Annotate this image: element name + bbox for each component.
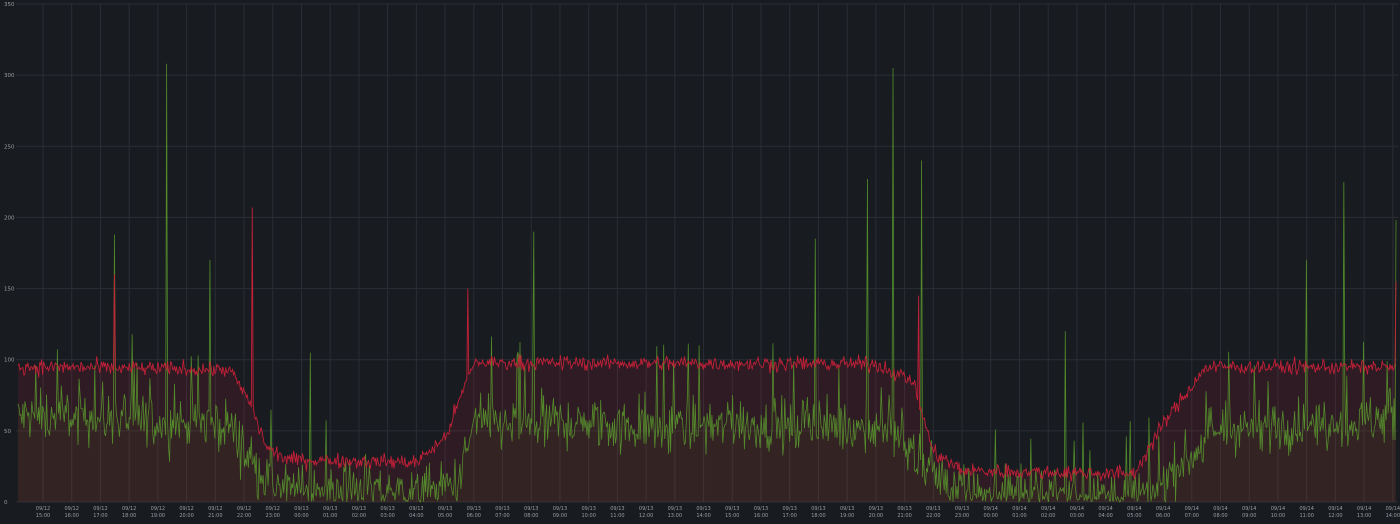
x-tick-label: 09/13 21:00 [897,506,911,519]
x-tick-label: 09/13 04:00 [409,506,423,519]
y-tick-label: 200 [4,215,15,221]
x-tick-label: 09/13 12:00 [639,506,653,519]
x-tick-label: 09/14 08:00 [1213,506,1227,519]
x-tick-label: 09/13 22:00 [926,506,940,519]
x-tick-label: 09/13 08:00 [524,506,538,519]
x-tick-label: 09/14 14:00 [1386,506,1400,519]
y-tick-label: 50 [4,429,11,435]
x-tick-label: 09/14 04:00 [1098,506,1112,519]
x-tick-label: 09/14 12:00 [1328,506,1342,519]
x-tick-label: 09/13 17:00 [783,506,797,519]
x-axis-ticks: 09/12 15:00 09/12 16:00 09/12 17:00 09/12 18:00… [36,506,1400,519]
y-tick-label: 150 [4,287,15,293]
x-tick-label: 09/12 21:00 [208,506,222,519]
x-tick-label: 09/14 11:00 [1299,506,1313,519]
x-tick-label: 09/12 23:00 [266,506,280,519]
x-tick-label: 09/14 10:00 [1271,506,1285,519]
x-tick-label: 09/13 02:00 [352,506,366,519]
x-tick-label: 09/13 05:00 [438,506,452,519]
x-tick-label: 09/12 15:00 [36,506,50,519]
x-tick-label: 09/12 20:00 [179,506,193,519]
y-tick-label: 0 [4,500,8,506]
x-tick-label: 09/14 07:00 [1185,506,1199,519]
x-tick-label: 09/12 18:00 [122,506,136,519]
x-tick-label: 09/13 01:00 [323,506,337,519]
x-tick-label: 09/13 06:00 [467,506,481,519]
x-tick-label: 09/13 19:00 [840,506,854,519]
x-tick-label: 09/13 20:00 [869,506,883,519]
x-tick-label: 09/14 05:00 [1127,506,1141,519]
x-tick-label: 09/14 09:00 [1242,506,1256,519]
series-area-red [18,207,1396,502]
x-tick-label: 09/13 14:00 [696,506,710,519]
x-tick-label: 09/13 07:00 [495,506,509,519]
x-tick-label: 09/12 17:00 [93,506,107,519]
chart-panel: 0 50 100 150 200 250 300 350 09/12 15:00 09/12 16:… [0,0,1400,524]
y-tick-label: 100 [4,358,15,364]
x-tick-label: 09/12 16:00 [65,506,79,519]
x-tick-label: 09/13 10:00 [581,506,595,519]
time-series-chart: 0 50 100 150 200 250 300 350 09/12 15:00 09/12 16:… [4,2,1400,519]
x-tick-label: 09/14 03:00 [1070,506,1084,519]
x-tick-label: 09/13 00:00 [294,506,308,519]
x-tick-label: 09/13 15:00 [725,506,739,519]
x-tick-label: 09/14 06:00 [1156,506,1170,519]
x-tick-label: 09/13 13:00 [668,506,682,519]
x-tick-label: 09/13 18:00 [811,506,825,519]
x-tick-label: 09/13 09:00 [553,506,567,519]
x-tick-label: 09/14 00:00 [984,506,998,519]
x-tick-label: 09/13 16:00 [754,506,768,519]
x-tick-label: 09/14 02:00 [1041,506,1055,519]
x-tick-label: 09/13 03:00 [380,506,394,519]
y-tick-label: 300 [4,73,15,79]
y-tick-label: 350 [4,2,15,8]
x-tick-label: 09/12 19:00 [151,506,165,519]
x-tick-label: 09/13 11:00 [610,506,624,519]
x-tick-label: 09/14 01:00 [1012,506,1026,519]
x-tick-label: 09/12 22:00 [237,506,251,519]
y-tick-label: 250 [4,144,15,150]
x-tick-label: 09/14 13:00 [1357,506,1371,519]
x-tick-label: 09/13 23:00 [955,506,969,519]
y-axis-ticks: 0 50 100 150 200 250 300 350 [4,2,15,506]
